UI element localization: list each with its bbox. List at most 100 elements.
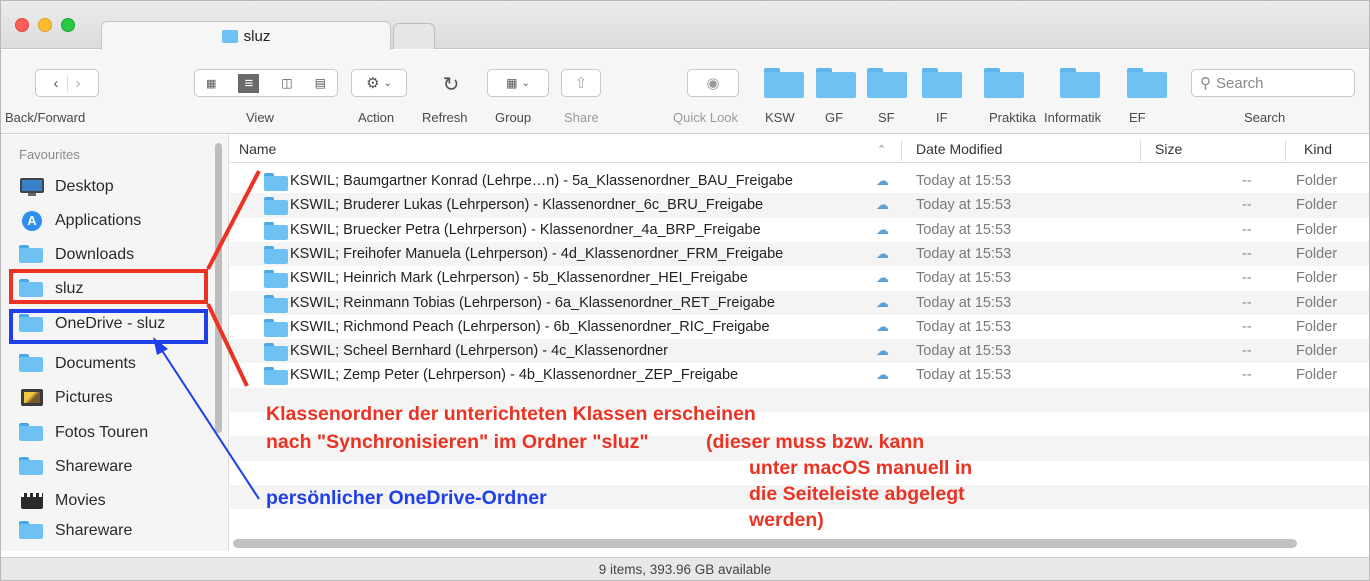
refresh-label: Refresh — [422, 110, 468, 125]
group-menu-button[interactable]: ▦ ⌄ — [487, 69, 549, 97]
toolbar-folder-label[interactable]: EF — [1129, 110, 1146, 125]
folder-icon — [264, 294, 288, 313]
toolbar-folder-label[interactable]: GF — [825, 110, 843, 125]
pictures-icon — [19, 388, 45, 408]
refresh-icon[interactable]: ↻ — [437, 70, 465, 98]
column-view-icon[interactable]: ◫ — [281, 76, 292, 90]
view-mode-control[interactable]: ▦ ≡ ◫ ▤ — [194, 69, 338, 97]
file-name: KSWIL; Reinmann Tobias (Lehrperson) - 6a… — [290, 294, 775, 311]
file-size: -- — [1242, 221, 1252, 238]
table-row[interactable]: KSWIL; Richmond Peach (Lehrperson) - 6b_… — [230, 315, 1369, 339]
date-modified: Today at 15:53 — [916, 245, 1012, 262]
title-bar: sluz — [1, 1, 1369, 50]
table-row[interactable]: KSWIL; Zemp Peter (Lehrperson) - 4b_Klas… — [230, 363, 1369, 387]
sort-ascending-icon[interactable]: ⌃ — [877, 143, 886, 156]
toolbar-folder-sf[interactable] — [867, 68, 907, 98]
sidebar-item-documents[interactable]: Documents — [1, 347, 213, 381]
toolbar-folder-ef[interactable] — [1127, 68, 1167, 98]
sidebar-item-movies[interactable]: Movies — [1, 484, 213, 518]
column-header-name[interactable]: Name — [239, 141, 276, 157]
applications-icon: A — [19, 211, 45, 231]
sidebar-item-label: Pictures — [55, 389, 113, 406]
sidebar-item-shareware-2[interactable]: Shareware — [1, 514, 213, 548]
forward-chevron-icon[interactable]: › — [68, 75, 89, 92]
toolbar-folder-label[interactable]: SF — [878, 110, 895, 125]
share-button[interactable]: ⇧ — [561, 69, 601, 97]
tab-title: sluz — [243, 27, 271, 45]
toolbar-folder-gf[interactable] — [816, 68, 856, 98]
folder-icon — [264, 173, 288, 191]
folder-icon — [264, 318, 288, 337]
date-modified: Today at 15:53 — [916, 270, 1012, 287]
status-bar: 9 items, 393.96 GB available — [1, 557, 1369, 580]
table-row[interactable]: KSWIL; Heinrich Mark (Lehrperson) - 5b_K… — [230, 266, 1369, 290]
sidebar-header: Favourites — [19, 147, 80, 162]
search-field[interactable]: ⚲ Search — [1191, 69, 1355, 97]
cloud-icon: ☁ — [876, 197, 889, 213]
list-view-icon[interactable]: ≡ — [238, 73, 260, 93]
toolbar-folder-ksw[interactable] — [764, 68, 804, 98]
toolbar-folder-label[interactable]: Praktika — [989, 110, 1036, 125]
date-modified: Today at 15:53 — [916, 173, 1012, 189]
toolbar-folder-praktika[interactable] — [984, 68, 1024, 98]
zoom-window-button[interactable] — [61, 18, 75, 32]
column-header-size[interactable]: Size — [1155, 141, 1182, 157]
sidebar-item-label: Shareware — [55, 458, 133, 475]
column-header-date[interactable]: Date Modified — [916, 141, 1002, 157]
table-row[interactable]: KSWIL; Bruderer Lukas (Lehrperson) - Kla… — [230, 193, 1369, 218]
sidebar-item-shareware[interactable]: Shareware — [1, 450, 213, 484]
file-name: KSWIL; Heinrich Mark (Lehrperson) - 5b_K… — [290, 270, 748, 287]
quick-look-label: Quick Look — [673, 110, 739, 125]
list-header: Name ⌃ Date Modified Size Kind — [230, 135, 1369, 163]
action-menu-button[interactable]: ⚙ ⌄ — [351, 69, 407, 97]
file-size: -- — [1242, 197, 1252, 214]
sidebar-item-label: Desktop — [55, 178, 114, 195]
sidebar-scrollbar[interactable] — [215, 143, 222, 433]
finder-window: sluz ‹ › Back/Forward ▦ ≡ ◫ ▤ View ⚙ ⌄ A… — [0, 0, 1370, 581]
chevron-down-icon: ⌄ — [383, 77, 392, 89]
toolbar-folder-label[interactable]: Informatik — [1044, 110, 1101, 125]
sidebar-item-desktop[interactable]: Desktop — [1, 170, 213, 204]
icon-view-icon[interactable]: ▦ — [206, 77, 216, 90]
desktop-icon — [19, 177, 45, 197]
downloads-folder-icon — [19, 245, 45, 265]
table-row[interactable]: KSWIL; Scheel Bernhard (Lehrperson) - 4c… — [230, 339, 1369, 364]
toolbar-folder-if[interactable] — [922, 68, 962, 98]
file-kind: Folder — [1296, 343, 1338, 360]
toolbar-folder-informatik[interactable] — [1060, 68, 1100, 98]
tab-sluz[interactable]: sluz — [101, 21, 391, 50]
sidebar-item-label: Downloads — [55, 246, 135, 263]
back-chevron-icon[interactable]: ‹ — [46, 74, 68, 92]
table-row[interactable]: KSWIL; Bruecker Petra (Lehrperson) - Kla… — [230, 218, 1369, 242]
column-header-kind[interactable]: Kind — [1304, 141, 1332, 157]
file-size: -- — [1242, 173, 1252, 189]
file-kind: Folder — [1296, 367, 1338, 384]
new-tab-button[interactable] — [393, 23, 435, 49]
quick-look-button[interactable]: ◉ — [687, 69, 739, 97]
chevron-down-icon: ⌄ — [521, 77, 530, 89]
folder-icon — [264, 270, 288, 289]
file-name: KSWIL; Bruecker Petra (Lehrperson) - Kla… — [290, 221, 761, 238]
minimize-window-button[interactable] — [38, 18, 52, 32]
table-row[interactable]: KSWIL; Baumgartner Konrad (Lehrpe…n) - 5… — [230, 169, 1369, 193]
toolbar-folder-label[interactable]: IF — [936, 110, 948, 125]
table-row[interactable]: KSWIL; Reinmann Tobias (Lehrperson) - 6a… — [230, 290, 1369, 315]
gallery-view-icon[interactable]: ▤ — [315, 76, 326, 90]
sidebar-item-fotos-touren[interactable]: Fotos Touren — [1, 416, 213, 450]
sidebar-item-applications[interactable]: A Applications — [1, 204, 213, 238]
close-window-button[interactable] — [15, 18, 29, 32]
file-size: -- — [1242, 245, 1252, 262]
back-forward-label: Back/Forward — [5, 110, 86, 125]
horizontal-scrollbar[interactable] — [233, 539, 1297, 548]
file-name: KSWIL; Zemp Peter (Lehrperson) - 4b_Klas… — [290, 367, 739, 384]
sidebar-item-downloads[interactable]: Downloads — [1, 238, 213, 272]
back-forward-control[interactable]: ‹ › — [35, 69, 99, 97]
action-label: Action — [358, 110, 395, 125]
folder-icon — [19, 457, 45, 477]
sidebar-item-pictures[interactable]: Pictures — [1, 381, 213, 415]
file-kind: Folder — [1296, 270, 1338, 287]
table-row[interactable]: KSWIL; Freihofer Manuela (Lehrperson) - … — [230, 241, 1369, 267]
file-kind: Folder — [1296, 221, 1338, 238]
toolbar-folder-label[interactable]: KSW — [765, 110, 795, 125]
date-modified: Today at 15:53 — [916, 197, 1012, 214]
